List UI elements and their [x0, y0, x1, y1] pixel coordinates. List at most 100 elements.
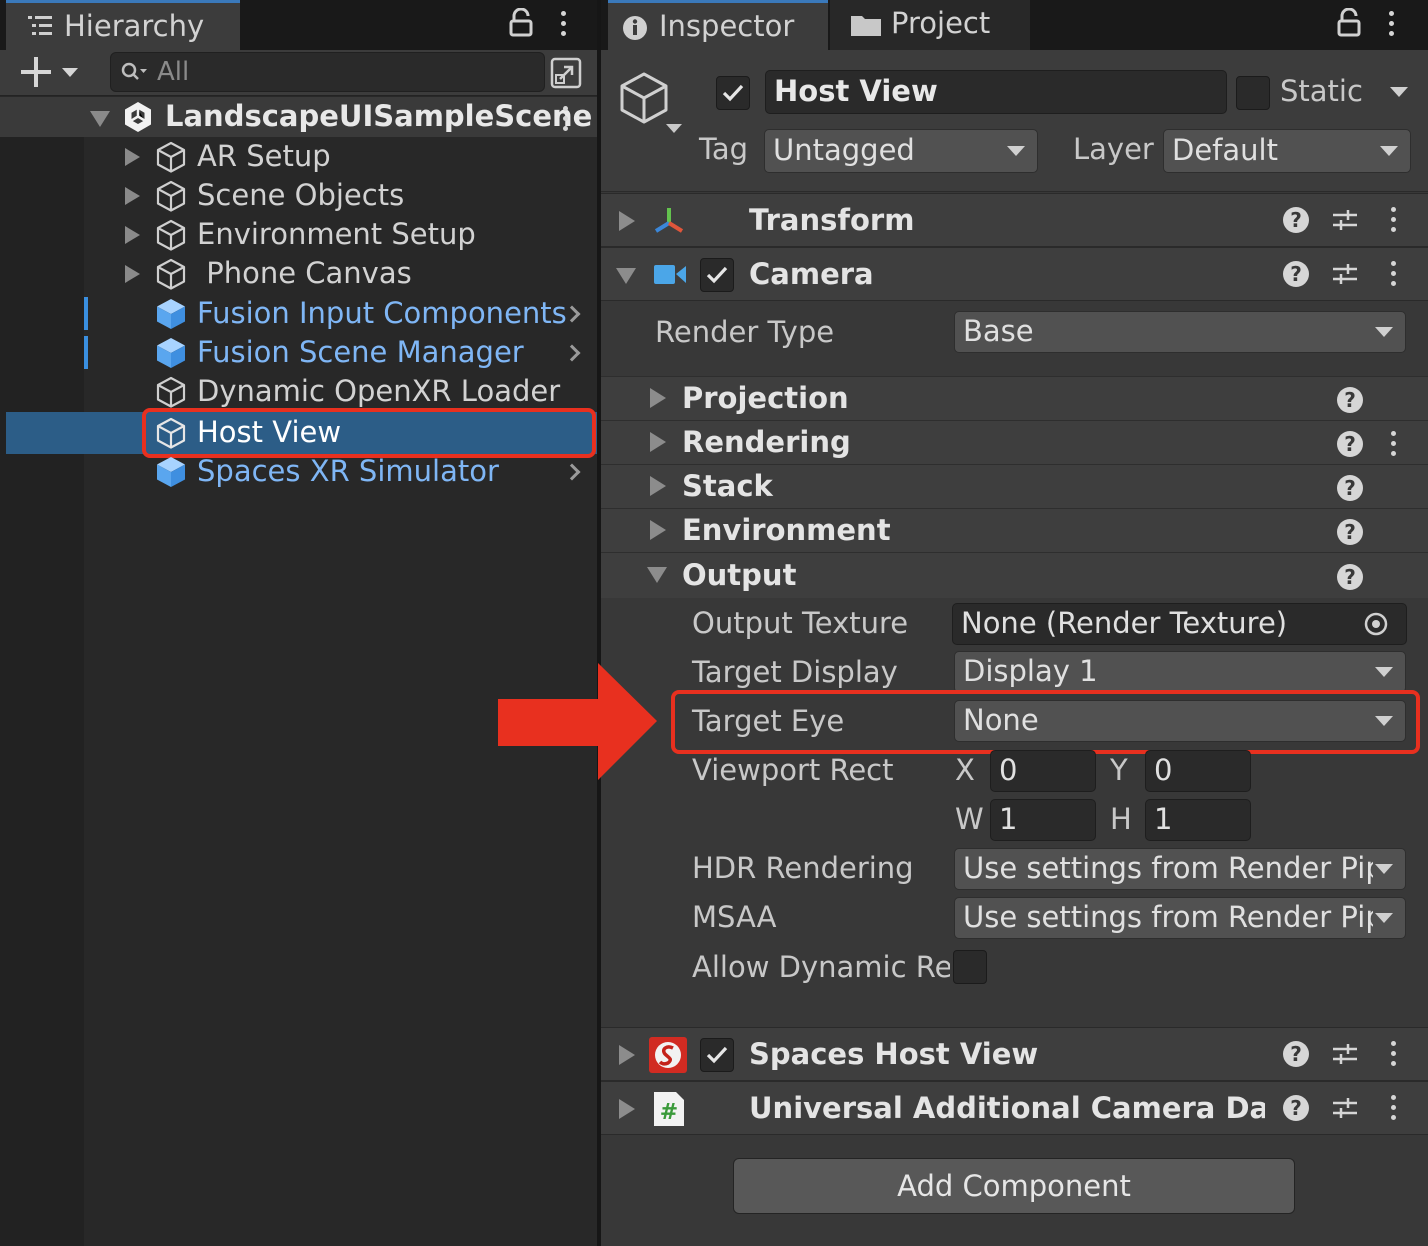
hierarchy-item-ar-setup[interactable]: AR Setup	[0, 137, 597, 176]
section-menu-icon[interactable]	[1391, 431, 1397, 457]
hierarchy-search-input[interactable]	[157, 53, 537, 91]
collapsed-arrow-icon[interactable]	[650, 432, 666, 452]
collapsed-arrow-icon[interactable]	[650, 520, 666, 540]
help-icon[interactable]: ?	[1283, 261, 1309, 287]
component-menu-icon[interactable]	[1391, 261, 1397, 287]
open-prefab-chevron-icon[interactable]	[563, 463, 581, 481]
component-menu-icon[interactable]	[1391, 207, 1397, 233]
collapsed-arrow-icon[interactable]	[619, 1045, 635, 1065]
section-output[interactable]: Output ?	[601, 552, 1428, 598]
active-checkbox[interactable]	[716, 76, 750, 110]
hierarchy-item-fusion-input-components[interactable]: Fusion Input Components	[0, 294, 597, 333]
help-icon[interactable]: ?	[1337, 475, 1363, 501]
expand-arrow-icon[interactable]	[125, 265, 140, 283]
render-type-dropdown[interactable]: Base	[954, 311, 1406, 353]
add-component-button[interactable]: Add Component	[733, 1158, 1295, 1214]
help-icon[interactable]: ?	[1283, 1041, 1309, 1067]
camera-enabled-checkbox[interactable]	[700, 258, 734, 292]
presets-sliders-icon[interactable]	[1332, 261, 1358, 287]
spaces-host-view-enabled-checkbox[interactable]	[700, 1038, 734, 1072]
help-icon[interactable]: ?	[1283, 1095, 1309, 1121]
component-camera[interactable]: Camera ?	[601, 247, 1428, 301]
hierarchy-item-phone-canvas[interactable]: Phone Canvas	[0, 254, 597, 293]
hierarchy-search-box[interactable]	[110, 52, 545, 92]
gameobject-large-icon[interactable]	[616, 70, 686, 136]
hierarchy-item-label: Dynamic OpenXR Loader	[197, 374, 561, 408]
section-title: Projection	[682, 381, 849, 415]
expand-arrow-icon[interactable]	[125, 226, 140, 244]
hierarchy-item-spaces-xr-simulator[interactable]: Spaces XR Simulator	[0, 452, 597, 491]
section-title: Environment	[682, 513, 891, 547]
layer-dropdown[interactable]: Default	[1163, 129, 1411, 173]
presets-sliders-icon[interactable]	[1332, 207, 1358, 233]
output-texture-field[interactable]: None (Render Texture)	[952, 603, 1407, 645]
component-menu-icon[interactable]	[1391, 1095, 1397, 1121]
expand-arrow-icon[interactable]	[125, 187, 140, 205]
section-projection[interactable]: Projection ?	[601, 376, 1428, 420]
spaces-host-view-title: Spaces Host View	[749, 1037, 1039, 1071]
component-transform[interactable]: Transform ?	[601, 193, 1428, 247]
info-icon	[622, 15, 648, 41]
inspector-menu-icon[interactable]	[1389, 11, 1395, 37]
csharp-script-icon: #	[653, 1091, 685, 1127]
hierarchy-item-scene-objects[interactable]: Scene Objects	[0, 176, 597, 215]
viewport-h-field[interactable]: 1	[1145, 799, 1251, 841]
msaa-dropdown[interactable]: Use settings from Render Pipe	[954, 897, 1406, 939]
object-name-value: Host View	[774, 74, 938, 108]
hdr-rendering-dropdown[interactable]: Use settings from Render Pipe	[954, 848, 1406, 890]
tab-hierarchy[interactable]: Hierarchy	[6, 0, 240, 50]
scene-menu-icon[interactable]	[563, 106, 569, 132]
allow-dynamic-resolution-checkbox[interactable]	[953, 950, 987, 984]
checkmark-icon	[706, 1046, 728, 1064]
section-stack[interactable]: Stack ?	[601, 464, 1428, 508]
tab-project[interactable]: Project	[830, 0, 1030, 50]
prefab-cube-icon	[155, 336, 187, 370]
collapsed-arrow-icon[interactable]	[619, 211, 635, 231]
expanded-arrow-icon[interactable]	[616, 268, 636, 284]
open-scene-window-icon[interactable]	[549, 56, 583, 90]
presets-sliders-icon[interactable]	[1332, 1095, 1358, 1121]
collapsed-arrow-icon[interactable]	[650, 476, 666, 496]
viewport-x-field[interactable]: 0	[990, 750, 1096, 792]
object-picker-icon[interactable]	[1363, 611, 1389, 637]
section-rendering[interactable]: Rendering ?	[601, 420, 1428, 464]
component-universal-additional-camera-data[interactable]: # Universal Additional Camera Data (S ?	[601, 1081, 1428, 1135]
inspector-tab-label: Inspector	[659, 9, 795, 43]
inspector-lock-icon[interactable]	[1336, 8, 1362, 38]
expanded-arrow-icon[interactable]	[90, 111, 110, 127]
collapsed-arrow-icon[interactable]	[650, 388, 666, 408]
tag-dropdown[interactable]: Untagged	[764, 129, 1038, 173]
help-icon[interactable]: ?	[1337, 519, 1363, 545]
collapsed-arrow-icon[interactable]	[619, 1099, 635, 1119]
viewport-x-value: 0	[999, 753, 1018, 787]
render-type-label: Render Type	[655, 315, 835, 349]
viewport-w-field[interactable]: 1	[990, 799, 1096, 841]
expanded-arrow-icon[interactable]	[647, 567, 667, 583]
viewport-rect-label: Viewport Rect	[692, 753, 894, 787]
section-environment[interactable]: Environment ?	[601, 508, 1428, 552]
hierarchy-menu-icon[interactable]	[561, 11, 567, 37]
hierarchy-item-dynamic-openxr-loader[interactable]: Dynamic OpenXR Loader	[0, 372, 597, 411]
help-icon[interactable]: ?	[1337, 431, 1363, 457]
target-display-dropdown[interactable]: Display 1	[954, 651, 1406, 693]
hierarchy-item-environment-setup[interactable]: Environment Setup	[0, 215, 597, 254]
expand-arrow-icon[interactable]	[125, 148, 140, 166]
help-icon[interactable]: ?	[1337, 387, 1363, 413]
static-dropdown-arrow-icon[interactable]	[1390, 87, 1408, 97]
hierarchy-item-fusion-scene-manager[interactable]: Fusion Scene Manager	[0, 333, 597, 372]
object-name-field[interactable]: Host View	[765, 70, 1227, 114]
help-icon[interactable]: ?	[1337, 564, 1363, 590]
component-menu-icon[interactable]	[1391, 1041, 1397, 1067]
create-add-icon[interactable]	[20, 56, 80, 88]
static-checkbox[interactable]	[1236, 76, 1270, 110]
scene-row[interactable]: LandscapeUISampleScene	[0, 97, 597, 137]
hierarchy-item-label: AR Setup	[197, 139, 331, 173]
component-spaces-host-view[interactable]: Spaces Host View ?	[601, 1027, 1428, 1081]
presets-sliders-icon[interactable]	[1332, 1041, 1358, 1067]
tab-inspector[interactable]: Inspector	[608, 0, 828, 50]
lock-icon[interactable]	[508, 8, 534, 38]
help-icon[interactable]: ?	[1283, 207, 1309, 233]
open-prefab-chevron-icon[interactable]	[563, 344, 581, 362]
viewport-y-field[interactable]: 0	[1145, 750, 1251, 792]
highlight-host-view	[142, 408, 596, 458]
